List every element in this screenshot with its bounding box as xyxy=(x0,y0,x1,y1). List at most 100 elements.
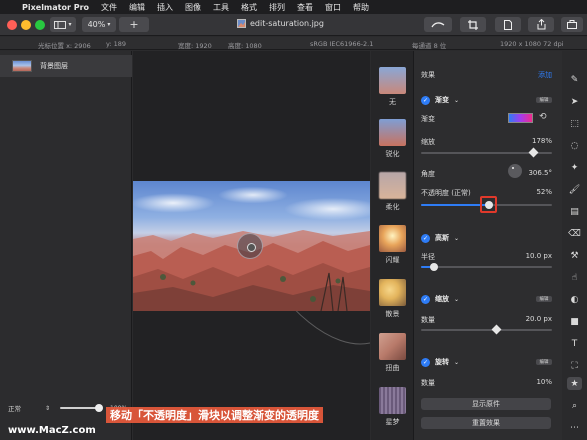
image-file-icon xyxy=(237,19,246,28)
layer-opacity-slider[interactable] xyxy=(60,404,104,412)
more-tools-icon[interactable]: ⋯ xyxy=(567,421,582,434)
show-original-button[interactable]: 显示原件 xyxy=(421,398,551,410)
swap-icon[interactable]: ⟲ xyxy=(539,112,547,122)
menu-format[interactable]: 格式 xyxy=(241,2,257,13)
gradient-center-handle[interactable] xyxy=(237,233,263,259)
close-window-button[interactable] xyxy=(7,20,17,30)
angle-label: 角度 xyxy=(421,170,435,178)
layer-name: 背景图层 xyxy=(40,62,68,70)
retouch-tool-icon[interactable]: ⚒ xyxy=(567,249,582,262)
gradient-tool-icon[interactable]: ▤ xyxy=(567,205,582,218)
paint-brush-icon[interactable]: 🖌 xyxy=(567,183,582,196)
menu-arrange[interactable]: 排列 xyxy=(269,2,285,13)
app-menu[interactable]: Pixelmator Pro xyxy=(22,3,89,12)
opacity-value: 52% xyxy=(536,188,552,196)
smudge-tool-icon[interactable]: ☝ xyxy=(567,271,582,284)
preset-label: 扭曲 xyxy=(385,364,400,372)
crop-tool-button[interactable] xyxy=(460,17,486,32)
effects-header: 效果 xyxy=(421,71,435,79)
retouch-tool-button[interactable] xyxy=(424,17,452,32)
checkmark-icon[interactable]: ✓ xyxy=(421,357,430,367)
gradient-label: 渐变 xyxy=(421,115,435,123)
preset-label: 星梦 xyxy=(385,418,400,426)
checkmark-icon[interactable]: ✓ xyxy=(421,95,430,105)
chevron-down-icon: ▾ xyxy=(68,21,72,28)
image-width: 宽度: 1920 xyxy=(178,42,212,50)
menu-insert[interactable]: 插入 xyxy=(157,2,173,13)
add-effect-button[interactable]: 添加 xyxy=(538,70,552,80)
zoom-title: 缩放 xyxy=(435,295,449,303)
format-button[interactable] xyxy=(495,17,521,32)
zoom-edit-button[interactable]: 编辑 xyxy=(536,296,552,302)
blur-section-header[interactable]: ✓ 高斯 ⌄ xyxy=(421,233,459,243)
sidebar-toggle-button[interactable]: ▾ xyxy=(50,17,76,32)
preset-soften[interactable] xyxy=(379,172,406,199)
preset-dream[interactable] xyxy=(379,387,406,414)
gradient-edit-button[interactable]: 编辑 xyxy=(536,97,552,103)
zoom-select[interactable]: 40% ▾ xyxy=(82,17,116,32)
document-title-text: edit-saturation.jpg xyxy=(250,19,324,28)
zoom-tool-icon[interactable]: ⌕ xyxy=(567,399,582,412)
document-icon xyxy=(504,19,512,30)
checkmark-icon[interactable]: ✓ xyxy=(421,233,430,243)
twirl-edit-button[interactable]: 编辑 xyxy=(536,359,552,365)
type-tool-icon[interactable]: T xyxy=(567,337,582,350)
arrange-tool-icon[interactable]: ➤ xyxy=(567,95,582,108)
angle-dial[interactable] xyxy=(508,164,522,178)
zoom-window-button[interactable] xyxy=(35,20,45,30)
scale-slider[interactable] xyxy=(421,147,552,158)
shape-tool-icon[interactable]: ■ xyxy=(567,315,582,328)
preset-sharpen[interactable] xyxy=(379,119,406,146)
share-button[interactable] xyxy=(528,17,554,32)
menu-edit[interactable]: 编辑 xyxy=(129,2,145,13)
amount-slider-knob[interactable] xyxy=(491,324,502,335)
menu-help[interactable]: 帮助 xyxy=(353,2,369,13)
chevron-down-icon: ▾ xyxy=(107,21,111,28)
bit-depth: 每通道 8 位 xyxy=(412,42,447,50)
reset-effects-button[interactable]: 重置效果 xyxy=(421,417,551,429)
effects-tool-icon[interactable]: ★ xyxy=(567,377,582,390)
sidebar-icon xyxy=(54,20,67,29)
preset-label: 闪耀 xyxy=(385,256,400,264)
menu-window[interactable]: 窗口 xyxy=(325,2,341,13)
scale-value: 178% xyxy=(531,137,552,145)
dial-indicator xyxy=(512,167,514,169)
preset-distort[interactable] xyxy=(379,333,406,360)
add-layer-button[interactable]: + xyxy=(119,17,149,32)
brush-tool-icon[interactable]: ✎ xyxy=(567,73,582,86)
selection-tool-icon[interactable]: ⬚ xyxy=(567,117,582,130)
blend-mode-select[interactable]: 正常 xyxy=(8,403,21,413)
info-bar: 光标位置 x: 2906 y: 189 宽度: 1920 高度: 1080 sR… xyxy=(0,37,587,50)
radius-slider[interactable] xyxy=(421,263,552,271)
gradient-section-header[interactable]: ✓ 渐变 ⌄ xyxy=(421,95,459,105)
preset-none[interactable] xyxy=(379,67,406,94)
magic-wand-icon[interactable]: ✦ xyxy=(567,161,582,174)
preset-bokeh[interactable] xyxy=(379,279,406,306)
zoom-value: 40% xyxy=(87,20,106,29)
eraser-tool-icon[interactable]: ⌫ xyxy=(567,227,582,240)
gradient-swatch[interactable] xyxy=(508,113,533,123)
layer-item[interactable]: 背景图层 xyxy=(0,55,132,77)
amount-slider[interactable] xyxy=(421,324,552,335)
canvas-area[interactable] xyxy=(133,51,370,440)
menu-tools[interactable]: 工具 xyxy=(213,2,229,13)
minimize-window-button[interactable] xyxy=(21,20,31,30)
tools-panel-button[interactable] xyxy=(561,17,583,32)
checkmark-icon[interactable]: ✓ xyxy=(421,294,430,304)
menu-file[interactable]: 文件 xyxy=(101,2,117,13)
twirl-section-header[interactable]: ✓ 旋转 ⌄ xyxy=(421,357,459,367)
lasso-tool-icon[interactable]: ◌ xyxy=(567,139,582,152)
menu-image[interactable]: 图像 xyxy=(185,2,201,13)
preset-shine[interactable] xyxy=(379,225,406,252)
menu-view[interactable]: 查看 xyxy=(297,2,313,13)
slider-knob[interactable] xyxy=(95,404,104,412)
crop-tool-icon[interactable]: ⛶ xyxy=(567,359,582,372)
slider-knob[interactable] xyxy=(528,147,539,158)
zoom-section-header[interactable]: ✓ 缩放 ⌄ xyxy=(421,294,459,304)
cursor-y: y: 189 xyxy=(106,40,127,48)
color-adjust-icon[interactable]: ◐ xyxy=(567,293,582,306)
twirl-title: 旋转 xyxy=(435,358,449,366)
radius-slider-knob[interactable] xyxy=(430,263,439,271)
blur-title: 高斯 xyxy=(435,234,449,242)
preset-label: 柔化 xyxy=(385,203,400,211)
